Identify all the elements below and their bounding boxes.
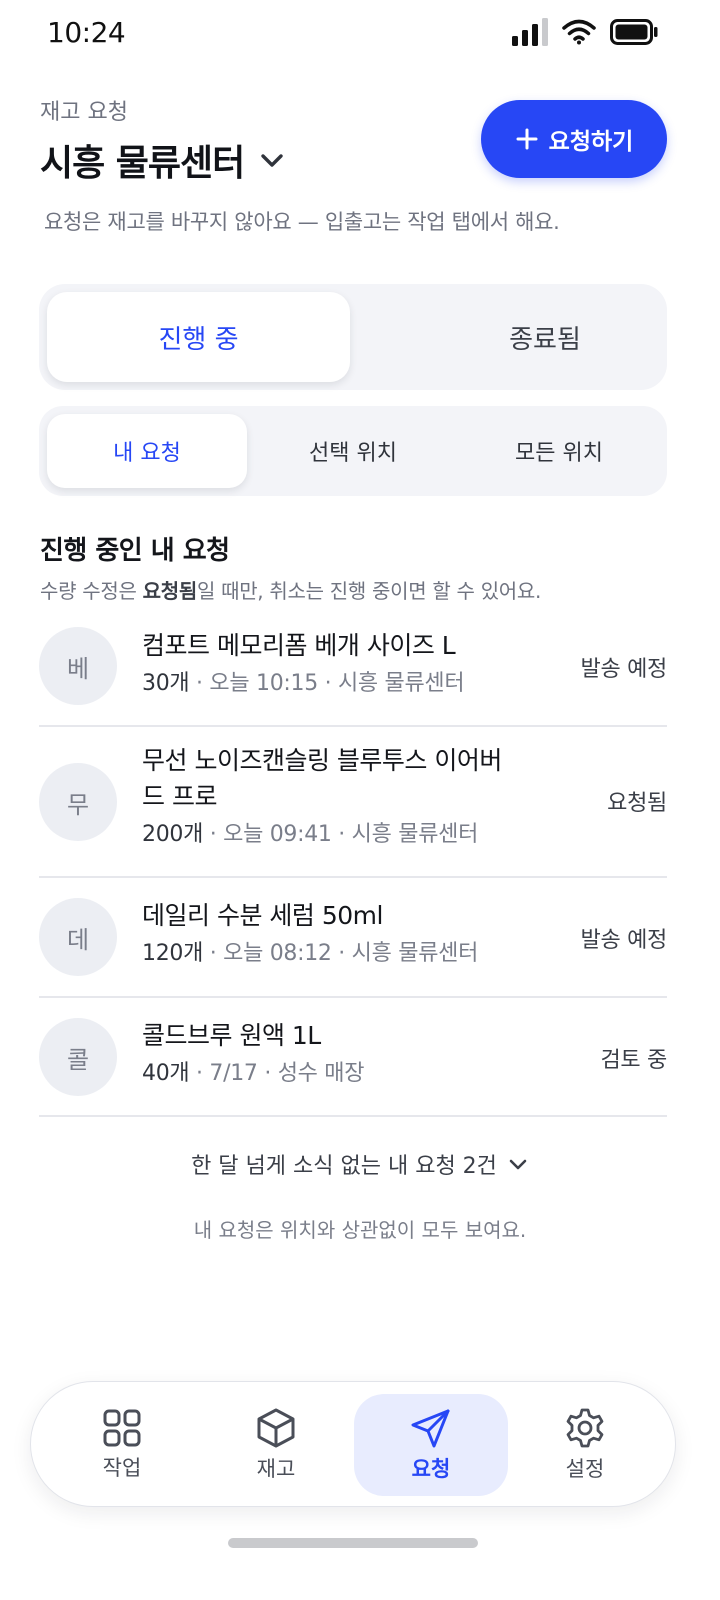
request-name: 컴포트 메모리폼 베개 사이즈 L bbox=[142, 631, 456, 660]
request-body: 콜드브루 원액 1L 40개 · 7/17 · 성수 매장 bbox=[142, 1018, 522, 1090]
request-name: 데일리 수분 세럼 50ml bbox=[142, 901, 383, 930]
tab-label: 재고 bbox=[256, 1457, 296, 1481]
status-time: 10:24 bbox=[47, 16, 126, 49]
tab-work[interactable]: 작업 bbox=[45, 1394, 199, 1496]
page-title: 시흥 물류센터 bbox=[40, 143, 245, 184]
status-badge: 발송 예정 bbox=[580, 657, 668, 682]
chevron-down-icon bbox=[261, 154, 283, 167]
status-icons bbox=[512, 18, 658, 46]
request-meta: 120개 · 오늘 08:12 · 시흥 물류센터 bbox=[142, 941, 479, 966]
request-meta: 200개 · 오늘 09:41 · 시흥 물류센터 bbox=[142, 822, 479, 847]
request-body: 컴포트 메모리폼 베개 사이즈 L 30개 · 오늘 10:15 · 시흥 물류… bbox=[142, 628, 522, 700]
request-body: 데일리 수분 세럼 50ml 120개 · 오늘 08:12 · 시흥 물류센터 bbox=[142, 898, 522, 970]
tab-all-locations[interactable]: 모든 위치 bbox=[459, 414, 659, 488]
request-row[interactable]: 콜 콜드브루 원액 1L 40개 · 7/17 · 성수 매장 검토 중 bbox=[39, 998, 667, 1117]
tab-in-progress[interactable]: 진행 중 bbox=[47, 292, 350, 382]
new-request-button[interactable]: 요청하기 bbox=[481, 100, 667, 178]
bottom-tab-bar: 작업 재고 요청 설정 bbox=[30, 1381, 676, 1507]
info-notice: 요청은 재고를 바꾸지 않아요 — 입출고는 작업 탭에서 해요. bbox=[44, 210, 560, 234]
header-subtitle: 재고 요청 bbox=[40, 100, 128, 125]
status-term: 요청됨 bbox=[142, 579, 198, 603]
footer-note: 내 요청은 위치와 상관없이 모두 보여요. bbox=[193, 1218, 527, 1242]
location-selector[interactable]: 시흥 물류센터 bbox=[40, 134, 286, 186]
request-meta: 30개 · 오늘 10:15 · 시흥 물류센터 bbox=[142, 671, 465, 696]
request-name: 무선 노이즈캔슬링 블루투스 이어버드 프로 bbox=[142, 746, 502, 811]
request-row[interactable]: 베 컴포트 메모리폼 베개 사이즈 L 30개 · 오늘 10:15 · 시흥 … bbox=[39, 606, 667, 727]
request-qty: 30개 bbox=[142, 671, 190, 696]
tab-requests[interactable]: 요청 bbox=[354, 1394, 508, 1496]
section-description: 수량 수정은 요청됨일 때만, 취소는 진행 중이면 할 수 있어요. bbox=[40, 579, 542, 603]
tab-label: 설정 bbox=[565, 1457, 605, 1481]
avatar: 데 bbox=[39, 898, 117, 976]
wifi-icon bbox=[562, 19, 596, 45]
avatar: 베 bbox=[39, 627, 117, 705]
request-body: 무선 노이즈캔슬링 블루투스 이어버드 프로 200개 · 오늘 09:41 ·… bbox=[142, 743, 502, 851]
stale-requests-label: 한 달 넘게 소식 없는 내 요청 2건 bbox=[191, 1154, 497, 1179]
avatar: 콜 bbox=[39, 1018, 117, 1096]
home-indicator[interactable] bbox=[228, 1538, 478, 1548]
request-meta: 40개 · 7/17 · 성수 매장 bbox=[142, 1061, 365, 1086]
status-segmented-control: 진행 중 종료됨 bbox=[39, 284, 667, 390]
gear-icon bbox=[566, 1408, 604, 1448]
section-title: 진행 중인 내 요청 bbox=[40, 536, 230, 566]
plus-icon bbox=[516, 128, 538, 150]
tab-label: 요청 bbox=[411, 1457, 451, 1481]
tab-inventory[interactable]: 재고 bbox=[199, 1394, 353, 1496]
tab-closed[interactable]: 종료됨 bbox=[392, 292, 698, 382]
request-row[interactable]: 데 데일리 수분 세럼 50ml 120개 · 오늘 08:12 · 시흥 물류… bbox=[39, 878, 667, 998]
tab-my-requests[interactable]: 내 요청 bbox=[47, 414, 247, 488]
request-qty: 200개 bbox=[142, 822, 204, 847]
stale-requests-toggle[interactable]: 한 달 넘게 소식 없는 내 요청 2건 bbox=[0, 1148, 720, 1180]
tab-settings[interactable]: 설정 bbox=[508, 1394, 662, 1496]
scope-segmented-control: 내 요청 선택 위치 모든 위치 bbox=[39, 406, 667, 496]
request-qty: 120개 bbox=[142, 941, 204, 966]
status-badge: 발송 예정 bbox=[580, 928, 668, 953]
chevron-down-icon bbox=[509, 1159, 527, 1170]
request-row[interactable]: 무 무선 노이즈캔슬링 블루투스 이어버드 프로 200개 · 오늘 09:41… bbox=[39, 727, 667, 878]
signal-icon bbox=[512, 18, 548, 46]
request-name: 콜드브루 원액 1L bbox=[142, 1021, 321, 1050]
tab-label: 작업 bbox=[102, 1456, 142, 1480]
box-icon bbox=[257, 1408, 295, 1448]
status-badge: 검토 중 bbox=[600, 1048, 667, 1073]
request-qty: 40개 bbox=[142, 1061, 190, 1086]
grid-icon bbox=[103, 1409, 141, 1447]
tab-selected-location[interactable]: 선택 위치 bbox=[253, 414, 453, 488]
avatar: 무 bbox=[39, 763, 117, 841]
request-list: 베 컴포트 메모리폼 베개 사이즈 L 30개 · 오늘 10:15 · 시흥 … bbox=[39, 606, 667, 1117]
status-badge: 요청됨 bbox=[607, 791, 667, 816]
status-bar: 10:24 bbox=[0, 0, 720, 66]
battery-icon bbox=[610, 19, 658, 45]
send-icon bbox=[411, 1409, 450, 1448]
new-request-label: 요청하기 bbox=[548, 129, 634, 155]
